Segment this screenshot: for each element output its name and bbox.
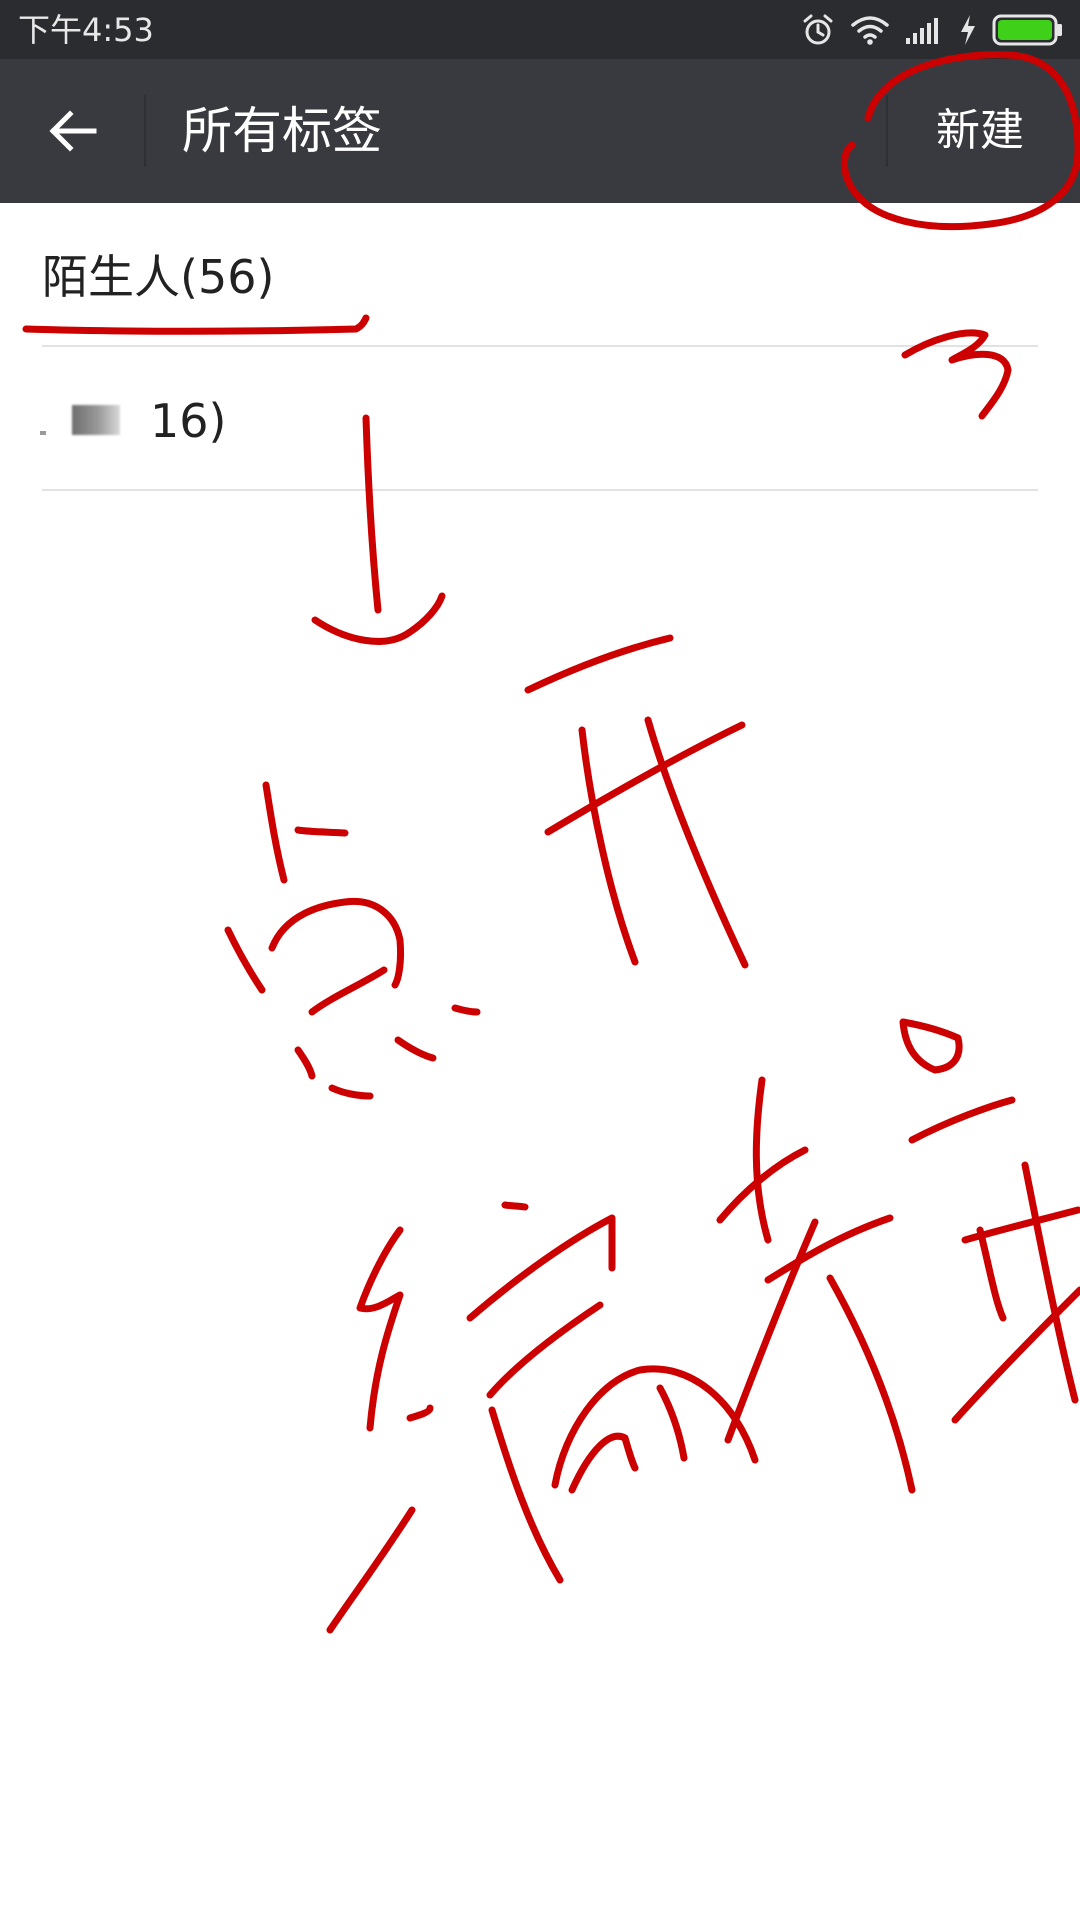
battery-icon [992, 13, 1064, 47]
screen: 下午4:53 所有标签 新建 陌生人(56) 16) [0, 0, 1080, 1920]
charging-icon [958, 13, 978, 47]
status-bar: 下午4:53 [0, 0, 1080, 59]
tag-row-blurred[interactable]: 16) [0, 347, 1080, 491]
tag-list: 陌生人(56) 16) [0, 203, 1080, 491]
status-icons [800, 10, 1064, 50]
annotation-char-kai [524, 634, 674, 694]
wifi-icon [850, 14, 890, 46]
back-arrow-icon [44, 103, 100, 163]
tag-row-strangers[interactable]: 陌生人(56) [0, 203, 1080, 347]
row-divider [42, 489, 1038, 491]
status-time: 下午4:53 [18, 11, 154, 49]
app-bar: 所有标签 新建 [0, 59, 1080, 203]
annotation-arrow-hook [311, 592, 446, 645]
page-title: 所有标签 [182, 102, 382, 160]
app-bar-right-divider [886, 95, 888, 167]
blurred-text [40, 431, 46, 435]
tag-label: 陌生人(56) [42, 250, 275, 304]
annotation-char-bian [356, 1226, 404, 1432]
app-bar-divider [144, 95, 146, 167]
alarm-icon [800, 12, 836, 48]
signal-icon [904, 14, 944, 46]
new-tag-button[interactable]: 新建 [900, 95, 1060, 167]
blurred-tag-name [72, 405, 120, 435]
annotation-char-ji [752, 1076, 772, 1244]
annotation-char-dian [262, 781, 288, 884]
back-button[interactable] [30, 91, 114, 175]
tag-label: 16) [150, 394, 227, 448]
